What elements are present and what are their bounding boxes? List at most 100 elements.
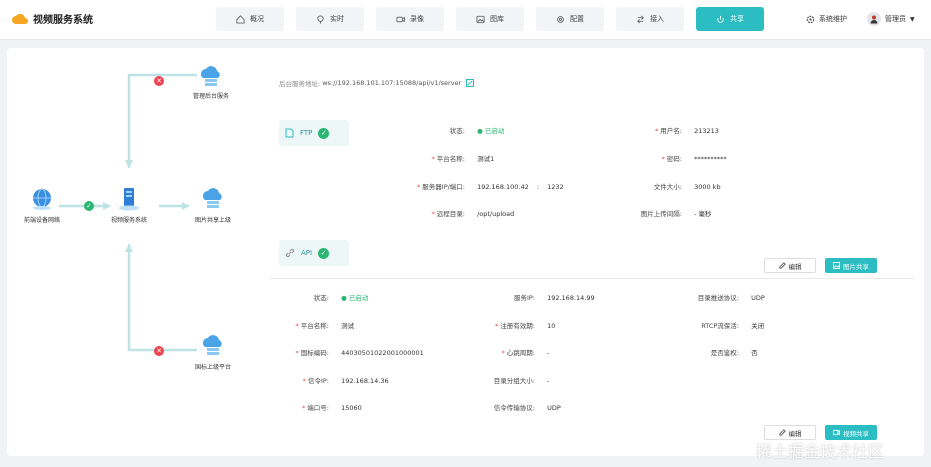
node-mgmt-service[interactable]: 管理后台服务 [193,64,229,100]
edit-icon [778,429,786,436]
node-front-devices[interactable]: 前端设备网络 [24,186,60,224]
field-value: 3000 kb [694,183,721,191]
api-status-field: 状态: ● 已启动 [269,292,369,302]
field-value: UDP [751,294,765,302]
api-title: API [301,249,313,257]
api-port-field: * 端口号: 15060 [301,404,362,412]
field-value: /opt/upload [477,210,515,218]
field-value: 关闭 [751,322,765,330]
api-panel-title: API ✓ [279,240,349,266]
server-icon [119,188,139,211]
api-service-ip-field: 服务IP: 192.168.14.99 [467,292,595,302]
field-value: 否 [751,349,758,357]
caret-down-icon: ▼ [910,15,915,23]
user-name: 管理员 [885,15,906,23]
api-rtcp-field: RTCP流保活: 关闭 [667,320,764,330]
app-logo[interactable]: 视频服务系统 [12,11,93,26]
api-auth-field: 是否鉴权: 否 [667,347,758,357]
nav-label: 图库 [490,15,504,23]
share-icon [717,15,724,23]
server-ip: 192.168.100.42 [477,183,529,191]
api-platform-field: * 平台名称: 测试 [295,322,355,330]
nav-tab-gallery[interactable]: 图库 [456,7,524,31]
app-title: 视频服务系统 [33,15,93,26]
node-video-service[interactable]: 视频服务系统 [111,186,147,224]
ip-port-separator: : [536,183,540,191]
status-text: 已启动 [484,127,505,135]
globe-icon [33,188,51,210]
edit-icon[interactable] [466,79,475,87]
button-label: 图片共享 [843,262,869,271]
nav-tab-access[interactable]: 接入 [616,7,684,31]
system-maintenance-button[interactable]: 系统维护 [806,14,847,24]
location-icon [317,14,324,24]
user-menu[interactable]: 管理员 ▼ [867,12,915,26]
section-divider [269,278,915,279]
field-label: 目录分组大小: [493,377,535,385]
field-label: 服务IP: [513,294,535,302]
image-share-button[interactable]: 图片共享 [825,258,877,273]
image-icon [476,15,485,23]
check-icon: ✓ [318,127,330,139]
ftp-panel-title: FTP ✓ [279,120,349,146]
field-value: 44030501022001000001 [341,349,424,357]
field-label: 信令传输协议: [493,404,535,412]
file-icon [285,128,294,138]
ftp-edit-button[interactable]: 编辑 [764,258,816,273]
cloud-server-icon [203,188,222,208]
field-value: UDP [547,404,561,412]
user-icon [870,15,878,24]
field-value: - 毫秒 [694,210,712,218]
ftp-username-field: * 用户名: 213213 [654,127,719,135]
gear-icon [557,15,564,23]
topology-lines [59,73,197,352]
field-value: 15060 [341,404,362,412]
api-group-size-field: 目录分组大小: - [467,375,550,385]
server-address: 后台服务地址: ws://192.168.101.107:15088/api/v… [279,78,475,88]
api-validity-field: * 注册有效期: 10 [494,322,556,330]
top-header: 视频服务系统 概况 实时 录像 图库 配置 接入 共享 系统维护 管理员 ▼ [0,0,931,40]
image-icon [833,262,840,269]
node-label: 前端设备网络 [24,217,61,224]
field-value: 测试1 [477,155,495,163]
nav-label: 概况 [250,15,264,23]
cloud-logo-icon [12,13,28,24]
node-national-platform[interactable]: 国标上级平台 [195,333,231,371]
field-value: 测试 [341,322,355,330]
nav-label: 配置 [570,15,584,23]
field-value: - [547,377,550,385]
button-label: 编辑 [788,429,802,438]
ftp-interval-field: 图片上传间隔: - 毫秒 [607,208,712,218]
field-value: ● 已启动 [477,127,504,135]
watermark: 稀土掘金技术社区 [756,442,885,461]
api-signal-ip-field: * 信令IP: 192.168.14.36 [302,377,389,385]
node-image-share-upstream[interactable]: 图片共享上级 [195,186,231,224]
home-icon [236,14,245,24]
field-label: 文件大小: [653,183,682,191]
field-label: 状态: [449,127,465,135]
nav-tab-overview[interactable]: 概况 [216,7,284,31]
server-port: 1232 [547,183,564,191]
nav-label: 录像 [410,15,424,23]
link-icon [285,248,295,258]
nav-tab-config[interactable]: 配置 [536,7,604,31]
ok-status-icon: ✓ [84,201,94,211]
error-status-icon: ✕ [154,346,164,356]
button-label: 视频共享 [843,429,869,438]
field-value: ********** [694,155,727,163]
nav-tab-realtime[interactable]: 实时 [296,7,364,31]
nav-tab-recording[interactable]: 录像 [376,7,444,31]
field-label: 状态: [313,294,329,302]
field-label: 图片上传间隔: [640,210,682,218]
field-label: 服务器IP/端口: [422,183,465,191]
cloud-server-icon [203,335,222,355]
gear-icon [806,15,815,23]
ftp-password-field: * 密码: ********** [661,155,727,163]
ftp-filesize-field: 文件大小: 3000 kb [607,181,721,191]
nav-tab-share[interactable]: 共享 [696,7,764,31]
field-value: ● 已启动 [341,294,368,302]
field-label: 用户名: [660,127,682,135]
status-text: 已启动 [348,294,369,302]
field-label: 密码: [666,155,682,163]
main-nav: 概况 实时 录像 图库 配置 接入 共享 [216,7,764,31]
